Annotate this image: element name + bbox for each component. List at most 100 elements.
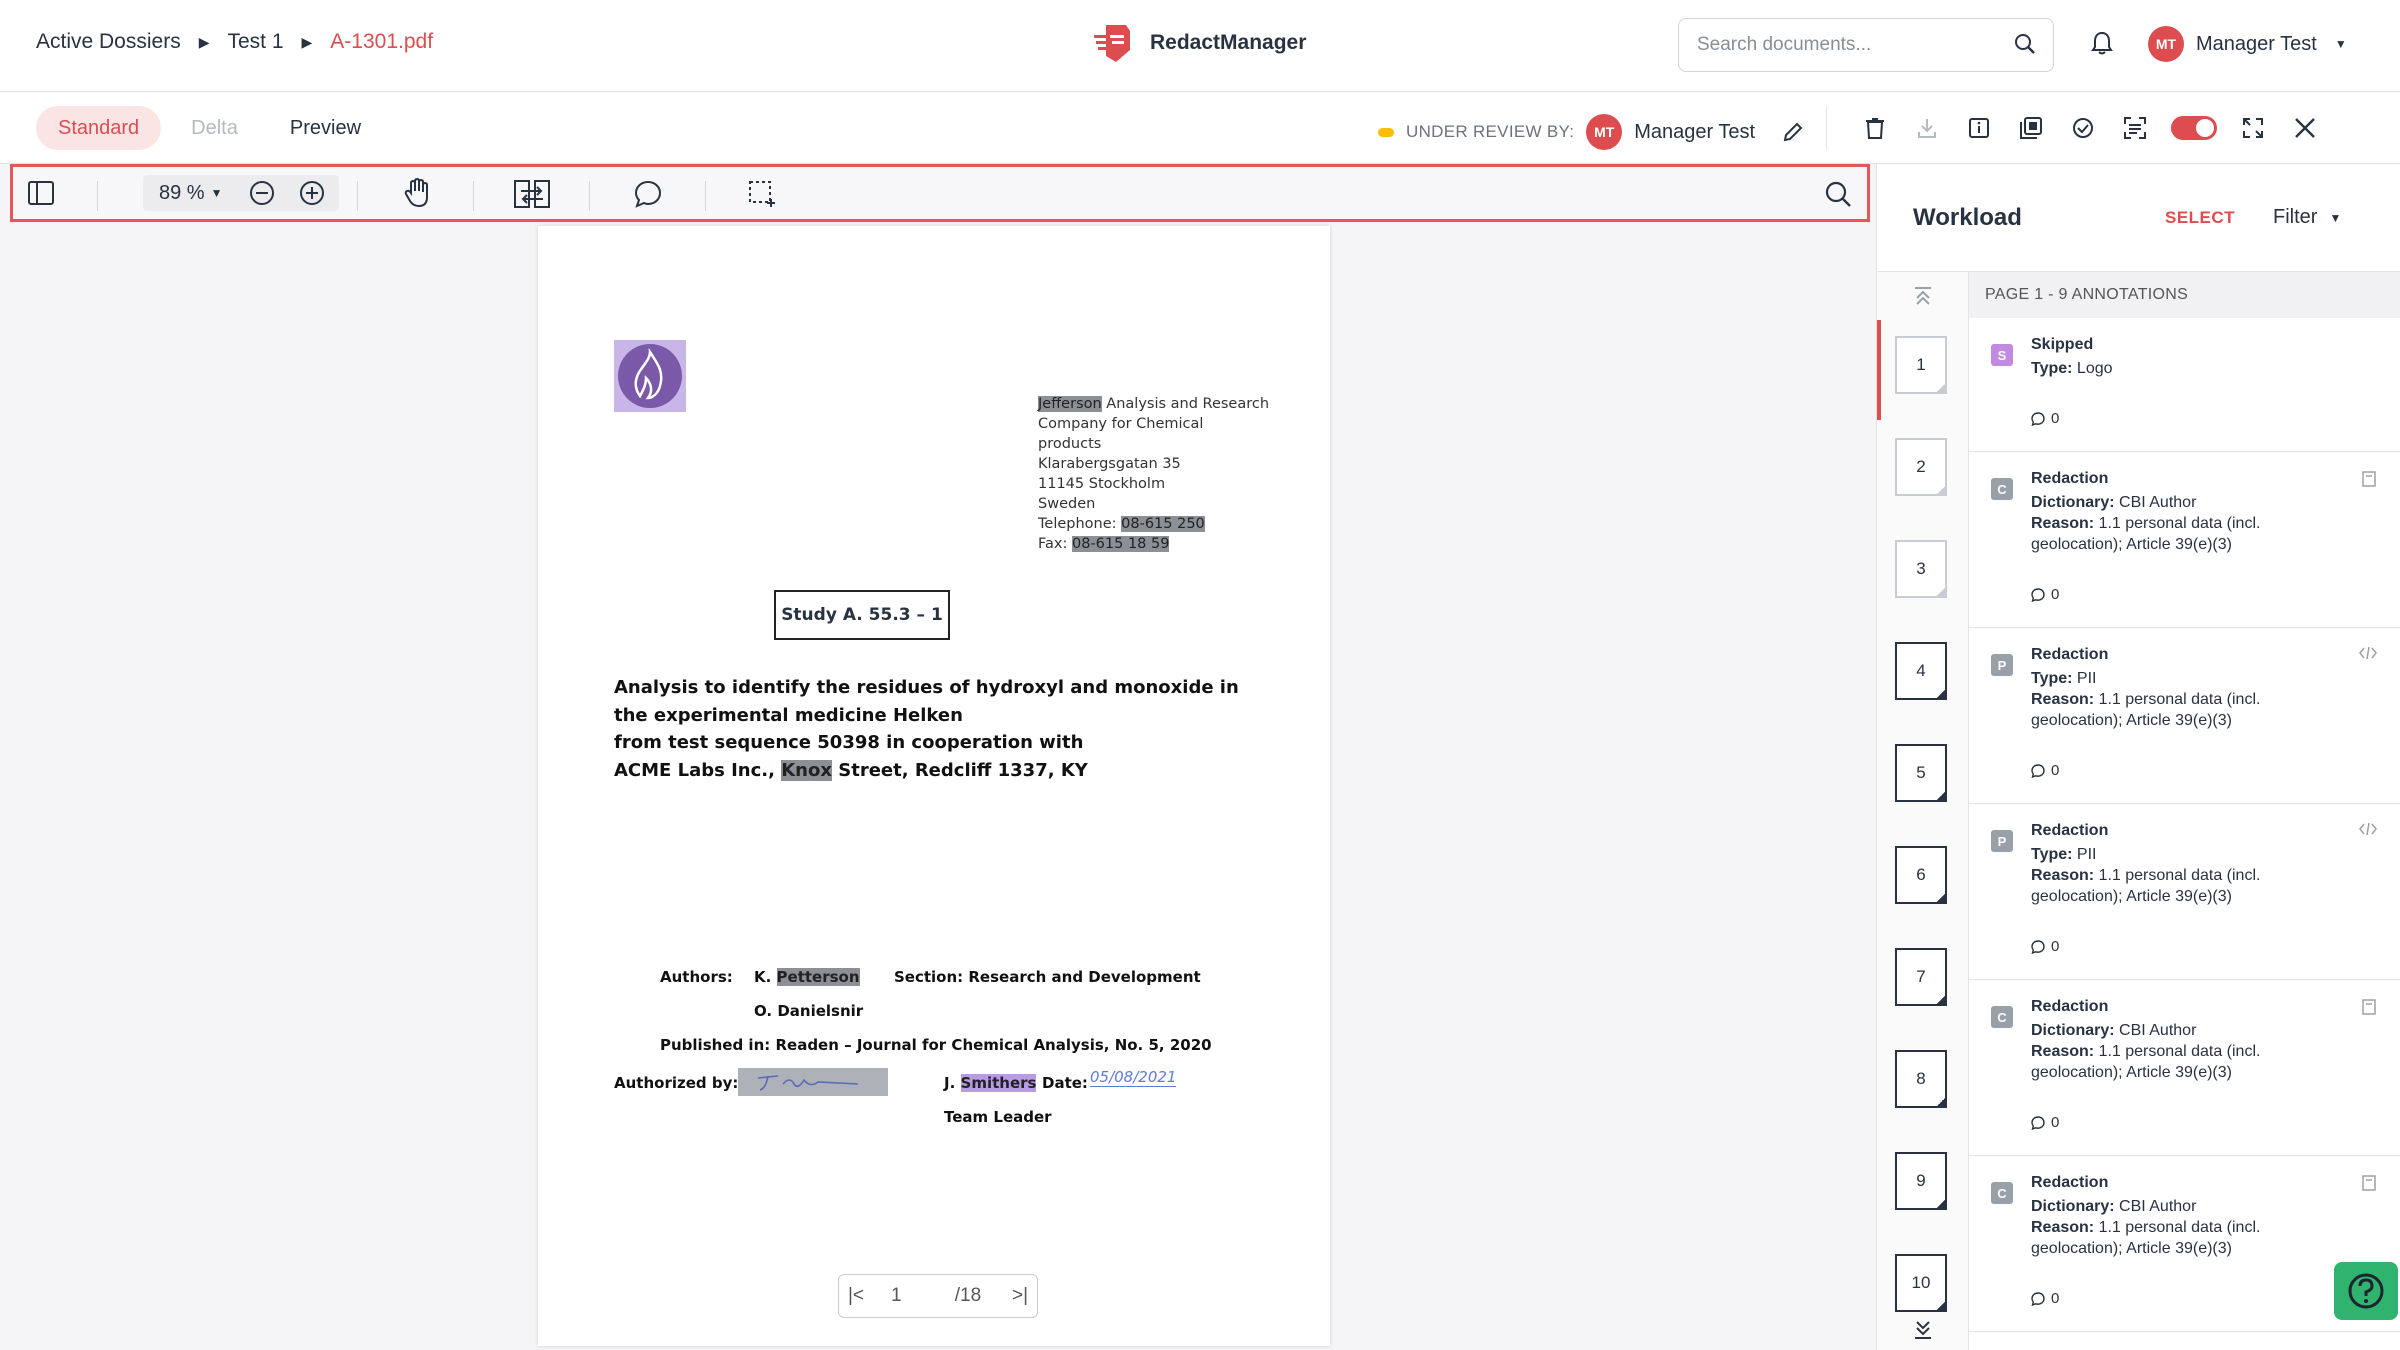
annotation-reason-key: Reason: [2031,867,2095,884]
address-text: Analysis and Research [1101,396,1270,412]
scroll-to-top-icon[interactable] [1911,284,1935,308]
annotation-comments[interactable]: 0 [2031,1114,2059,1131]
tab-standard[interactable]: Standard [36,106,162,150]
edit-reviewer-pencil-icon[interactable] [1781,120,1805,144]
dictionary-book-icon[interactable] [2361,470,2377,488]
search-icon[interactable] [1823,179,1853,209]
tab-delta[interactable]: Delta [169,106,260,150]
page-thumbnail[interactable]: 10 [1895,1254,1947,1312]
delete-button[interactable] [1849,112,1901,144]
page-thumbnail[interactable]: 2 [1895,438,1947,496]
redacted-street[interactable]: Knox [781,759,832,781]
annotation-dictionary: Dictionary: CBI Author [2031,492,2321,513]
fullscreen-button[interactable] [2227,112,2279,144]
annotation-type-badge: P [1991,654,2013,676]
page-thumbnail[interactable]: 7 [1895,948,1947,1006]
current-page-input[interactable]: 1 [873,1285,933,1307]
approve-button[interactable] [2057,112,2109,144]
annotation-comments[interactable]: 0 [2031,1290,2059,1307]
breadcrumb-chevron-icon: ▶ [198,33,210,50]
user-menu[interactable]: MT Manager Test ▼ [2148,26,2347,62]
annotation-title: Redaction [2031,998,2109,1015]
redacted-author[interactable]: Petterson [776,968,860,986]
annotation-card[interactable]: P Redaction Type: PII Reason: 1.1 person… [1969,628,2400,804]
redacted-signer[interactable]: Smithers [960,1074,1037,1092]
zoom-control: 89 % ▼ [143,175,339,211]
filter-button[interactable]: Filter ▼ [2273,206,2341,229]
notifications-bell-icon[interactable] [2090,30,2114,56]
section-label: Section: Research and Development [894,968,1201,986]
title-line: the experimental medicine Helken [614,704,963,726]
page-thumbnail[interactable]: 6 [1895,846,1947,904]
annotation-reason: Reason: 1.1 personal data (incl. geoloca… [2031,513,2321,555]
breadcrumb-dossier[interactable]: Test 1 [227,30,283,54]
search-icon[interactable] [2013,32,2037,56]
annotation-type-value: Logo [2072,360,2113,377]
annotation-comments[interactable]: 0 [2031,410,2059,427]
zoom-select[interactable]: 89 % [159,182,205,205]
pan-hand-icon[interactable] [403,177,433,209]
dictionary-book-icon[interactable] [2361,1174,2377,1192]
annotation-comments[interactable]: 0 [2031,586,2059,603]
code-icon[interactable] [2359,646,2377,660]
document-info-button[interactable] [1953,112,2005,144]
annotation-comments[interactable]: 0 [2031,938,2059,955]
redacted-date[interactable]: 05/08/2021 [1090,1068,1177,1087]
breadcrumb-active-dossiers[interactable]: Active Dossiers [36,30,181,54]
page-thumbnail[interactable]: 9 [1895,1152,1947,1210]
annotation-card[interactable]: C Redaction Dictionary: CBI Author Reaso… [1969,980,2400,1156]
select-button[interactable]: SELECT [2165,208,2235,228]
zoom-in-icon[interactable] [298,179,326,207]
annotation-reason: Reason: 1.1 personal data (incl. geoloca… [2031,1217,2321,1259]
annotation-dictionary-value: CBI Author [2114,494,2197,511]
annotation-type-key: Type: [2031,846,2073,863]
annotation-reason: Reason: 1.1 personal data (incl. geoloca… [2031,1041,2321,1083]
comment-icon[interactable] [633,179,663,209]
download-button[interactable] [1901,112,1953,144]
comment-icon [2031,411,2045,426]
document-logo[interactable] [614,340,686,412]
tab-preview[interactable]: Preview [268,106,383,150]
page-thumbnails: 1 2 3 4 5 6 7 8 9 10 [1877,272,1969,1350]
annotation-comments[interactable]: 0 [2031,762,2059,779]
annotation-title: Redaction [2031,646,2109,663]
review-status: UNDER REVIEW BY: MT Manager Test [1378,114,1805,150]
page-thumbnail[interactable]: 3 [1895,540,1947,598]
signature-redaction[interactable] [738,1068,888,1096]
annotation-dictionary: Dictionary: CBI Author [2031,1196,2321,1217]
annotation-card[interactable]: P Redaction Type: PII Reason: 1.1 person… [1969,804,2400,980]
breadcrumb-file[interactable]: A-1301.pdf [330,30,433,54]
dictionary-book-icon[interactable] [2361,998,2377,1016]
redacted-fax[interactable]: 08-615 18 59 [1071,536,1170,552]
excluded-pages-button[interactable] [2005,112,2057,144]
annotation-dictionary: Dictionary: CBI Author [2031,1020,2321,1041]
toggle-sidebar-icon[interactable] [27,179,55,207]
annotation-card[interactable]: S Skipped Type: Logo 0 [1969,318,2400,452]
search-input[interactable] [1697,31,1997,59]
first-page-icon[interactable]: |< [839,1285,873,1307]
redacted-company-name[interactable]: Jefferson [1038,396,1102,412]
redacted-telephone[interactable]: 08-615 250 [1121,516,1205,532]
analysis-toggle[interactable] [2171,116,2217,140]
page-thumbnail[interactable]: 4 [1895,642,1947,700]
area-select-icon[interactable] [747,179,777,209]
page-thumbnail[interactable]: 8 [1895,1050,1947,1108]
zoom-out-icon[interactable] [248,179,276,207]
study-id-box: Study A. 55.3 – 1 [774,590,950,640]
help-button[interactable] [2334,1262,2398,1320]
scroll-to-bottom-icon[interactable] [1911,1318,1935,1342]
close-button[interactable] [2279,112,2331,144]
last-page-icon[interactable]: >| [1003,1285,1037,1307]
chevron-down-icon[interactable]: ▼ [211,186,223,200]
divider [705,181,706,211]
ocr-button[interactable] [2109,112,2161,144]
compare-icon[interactable] [513,179,551,209]
page-thumbnail[interactable]: 5 [1895,744,1947,802]
page-thumbnail[interactable]: 1 [1895,336,1947,394]
redactmanager-logo-icon [1094,25,1130,62]
annotation-card[interactable]: C Redaction Dictionary: CBI Author Reaso… [1969,452,2400,628]
avatar: MT [2148,26,2184,62]
address-line: Telephone: 08-615 250 [1038,514,1269,534]
divider [473,181,474,211]
code-icon[interactable] [2359,822,2377,836]
